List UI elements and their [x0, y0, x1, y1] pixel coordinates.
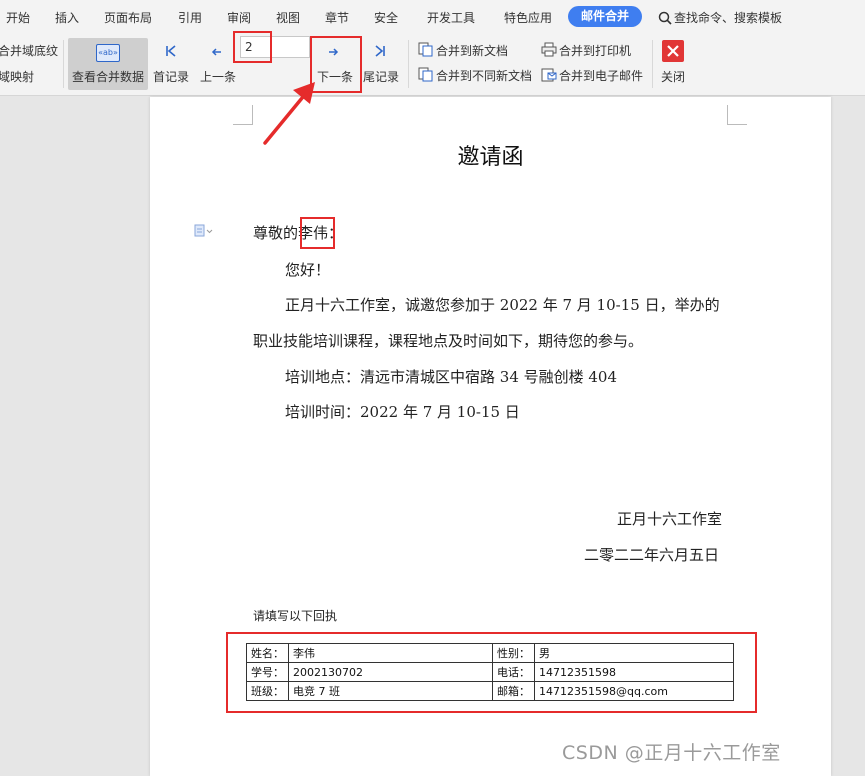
receipt-value: 男	[534, 643, 734, 663]
receipt-value: 电竞 7 班	[288, 681, 493, 701]
body-paragraph-line-2: 职业技能培训课程，课程地点及时间如下，期待您的参与。	[253, 332, 644, 350]
merge-separate-documents-button[interactable]: 合并到不同新文档	[436, 67, 532, 84]
close-icon	[667, 45, 679, 57]
arrow-right-icon[interactable]	[327, 46, 339, 58]
receipt-value: 14712351598@qq.com	[534, 681, 734, 701]
margin-corner	[233, 105, 253, 125]
training-time: 培训时间：2022 年 7 月 10-15 日	[285, 403, 520, 421]
receipt-label: 电话：	[492, 662, 535, 682]
tab-home[interactable]: 开始	[6, 9, 30, 26]
email-icon	[541, 68, 557, 82]
first-record-button[interactable]: 首记录	[153, 68, 189, 85]
tab-chapter[interactable]: 章节	[325, 9, 349, 26]
close-merge-button[interactable]	[662, 40, 684, 62]
receipt-value: 14712351598	[534, 662, 734, 682]
merge-to-email-button[interactable]: 合并到电子邮件	[559, 67, 643, 84]
tab-review[interactable]: 审阅	[227, 9, 251, 26]
prev-record-button[interactable]: 上一条	[200, 68, 236, 85]
recipient-name-field[interactable]: 李伟	[298, 224, 328, 242]
margin-corner	[727, 105, 747, 125]
arrow-left-icon[interactable]	[211, 46, 223, 58]
merge-to-printer-button[interactable]: 合并到打印机	[559, 42, 631, 59]
command-search[interactable]: 查找命令、搜索模板	[658, 9, 782, 26]
receipt-label: 班级：	[246, 681, 289, 701]
search-icon	[658, 11, 672, 25]
signature-date: 二零二二年六月五日	[584, 546, 720, 564]
tab-mail-merge[interactable]: 邮件合并	[568, 6, 643, 27]
receipt-value: 2002130702	[288, 662, 493, 682]
tab-special-apps[interactable]: 特色应用	[504, 9, 552, 26]
greeting: 您好！	[285, 261, 331, 279]
merge-field-icon: «ab»	[96, 44, 120, 62]
tab-view[interactable]: 视图	[276, 9, 300, 26]
divider	[63, 40, 64, 88]
receipt-label: 性别：	[492, 643, 535, 663]
body-paragraph-line-1: 正月十六工作室，诚邀您参加于 2022 年 7 月 10-15 日，举办的	[285, 296, 720, 314]
table-row: 学号： 2002130702 电话： 14712351598	[246, 662, 734, 682]
tab-insert[interactable]: 插入	[55, 9, 79, 26]
view-merged-data-label: 查看合并数据	[72, 70, 145, 84]
first-record-icon[interactable]	[164, 44, 178, 58]
receipt-label: 姓名：	[246, 643, 289, 663]
tab-security[interactable]: 安全	[374, 9, 398, 26]
document-title: 邀请函	[457, 145, 524, 170]
field-shading-button[interactable]: 合并域底纹	[0, 42, 58, 59]
record-number-input[interactable]: 2	[240, 36, 310, 58]
receipt-label: 邮箱：	[492, 681, 535, 701]
close-label: 关闭	[661, 70, 686, 84]
document-page: 邀请函 尊敬的李伟： 您好！ 正月十六工作室，诚邀您参加于 2022 年 7 月…	[150, 97, 831, 776]
merge-separate-documents-icon	[418, 67, 433, 82]
tab-references[interactable]: 引用	[178, 9, 202, 26]
ribbon: 合并域底纹 域映射 «ab» 查看合并数据 首记录 上一条 2 下一条 尾记录 …	[0, 34, 865, 96]
merge-new-document-button[interactable]: 合并到新文档	[436, 42, 508, 59]
receipt-value: 李伟	[288, 643, 493, 663]
menu-bar: 开始 插入 页面布局 引用 审阅 视图 章节 安全 开发工具 特色应用 邮件合并…	[0, 0, 865, 34]
tab-page-layout[interactable]: 页面布局	[104, 9, 152, 26]
last-record-button[interactable]: 尾记录	[363, 68, 399, 85]
table-row: 班级： 电竞 7 班 邮箱： 14712351598@qq.com	[246, 681, 734, 701]
view-merged-data-button[interactable]: «ab» 查看合并数据	[68, 38, 148, 90]
salutation: 尊敬的李伟：	[253, 222, 343, 243]
watermark: CSDN @正月十六工作室	[562, 742, 781, 764]
paragraph-handle-icon[interactable]	[194, 224, 214, 238]
receipt-heading: 请填写以下回执	[253, 609, 338, 623]
training-location: 培训地点：清远市清城区中宿路 34 号融创楼 404	[285, 368, 618, 386]
merge-new-document-icon	[418, 42, 433, 57]
annotation-arrow-icon	[263, 82, 315, 145]
receipt-label: 学号：	[246, 662, 289, 682]
salutation-suffix: ：	[328, 224, 344, 242]
printer-icon	[541, 42, 557, 57]
search-placeholder: 查找命令、搜索模板	[674, 11, 783, 25]
signature-organization: 正月十六工作室	[617, 510, 723, 528]
divider	[652, 40, 653, 88]
receipt-table: 姓名： 李伟 性别： 男 学号： 2002130702 电话： 14712351…	[246, 643, 734, 701]
table-row: 姓名： 李伟 性别： 男	[246, 643, 734, 663]
divider	[408, 40, 409, 88]
tab-developer-tools[interactable]: 开发工具	[427, 9, 475, 26]
salutation-prefix: 尊敬的	[253, 224, 299, 242]
field-mapping-button[interactable]: 域映射	[0, 68, 34, 85]
last-record-icon[interactable]	[373, 44, 387, 58]
